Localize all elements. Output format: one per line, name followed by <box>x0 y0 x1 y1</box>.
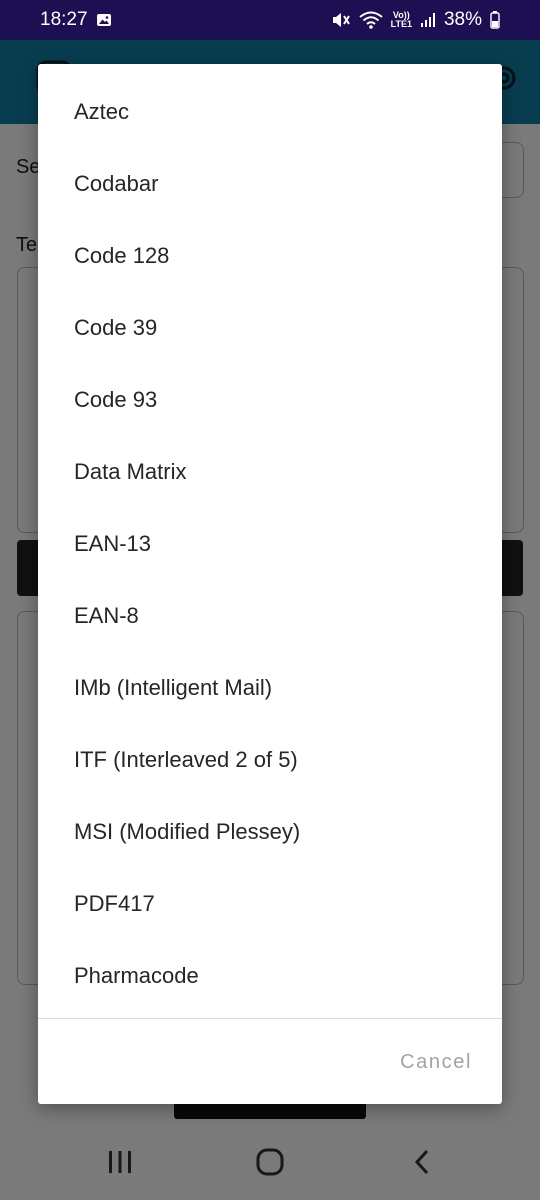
option-list: Aztec Codabar Code 128 Code 39 Code 93 D… <box>38 76 502 1012</box>
option-ean-8[interactable]: EAN-8 <box>38 580 502 652</box>
image-icon <box>96 12 112 28</box>
wifi-icon <box>358 11 383 29</box>
clock: 18:27 <box>40 9 88 30</box>
mute-icon <box>331 11 351 29</box>
option-msi[interactable]: MSI (Modified Plessey) <box>38 796 502 868</box>
signal-icon <box>420 12 436 28</box>
option-code-128[interactable]: Code 128 <box>38 220 502 292</box>
option-data-matrix[interactable]: Data Matrix <box>38 436 502 508</box>
option-ean-13[interactable]: EAN-13 <box>38 508 502 580</box>
option-pharmacode[interactable]: Pharmacode <box>38 940 502 1012</box>
volte-icon: Vo)) LTE1 <box>391 11 412 29</box>
status-right: Vo)) LTE1 38% <box>331 9 500 31</box>
option-codabar[interactable]: Codabar <box>38 148 502 220</box>
cancel-button[interactable]: Cancel <box>400 1044 472 1080</box>
dialog-divider <box>38 1018 502 1019</box>
option-code-93[interactable]: Code 93 <box>38 364 502 436</box>
option-aztec[interactable]: Aztec <box>38 76 502 148</box>
barcode-type-dialog: Aztec Codabar Code 128 Code 39 Code 93 D… <box>38 64 502 1104</box>
status-left: 18:27 <box>40 9 112 31</box>
battery-percent: 38% <box>443 9 482 30</box>
status-bar: 18:27 Vo)) LTE1 38% <box>0 0 540 40</box>
option-pdf417[interactable]: PDF417 <box>38 868 502 940</box>
option-code-39[interactable]: Code 39 <box>38 292 502 364</box>
volte-line2: LTE1 <box>390 19 412 29</box>
battery-icon <box>490 11 500 29</box>
option-imb[interactable]: IMb (Intelligent Mail) <box>38 652 502 724</box>
option-itf[interactable]: ITF (Interleaved 2 of 5) <box>38 724 502 796</box>
